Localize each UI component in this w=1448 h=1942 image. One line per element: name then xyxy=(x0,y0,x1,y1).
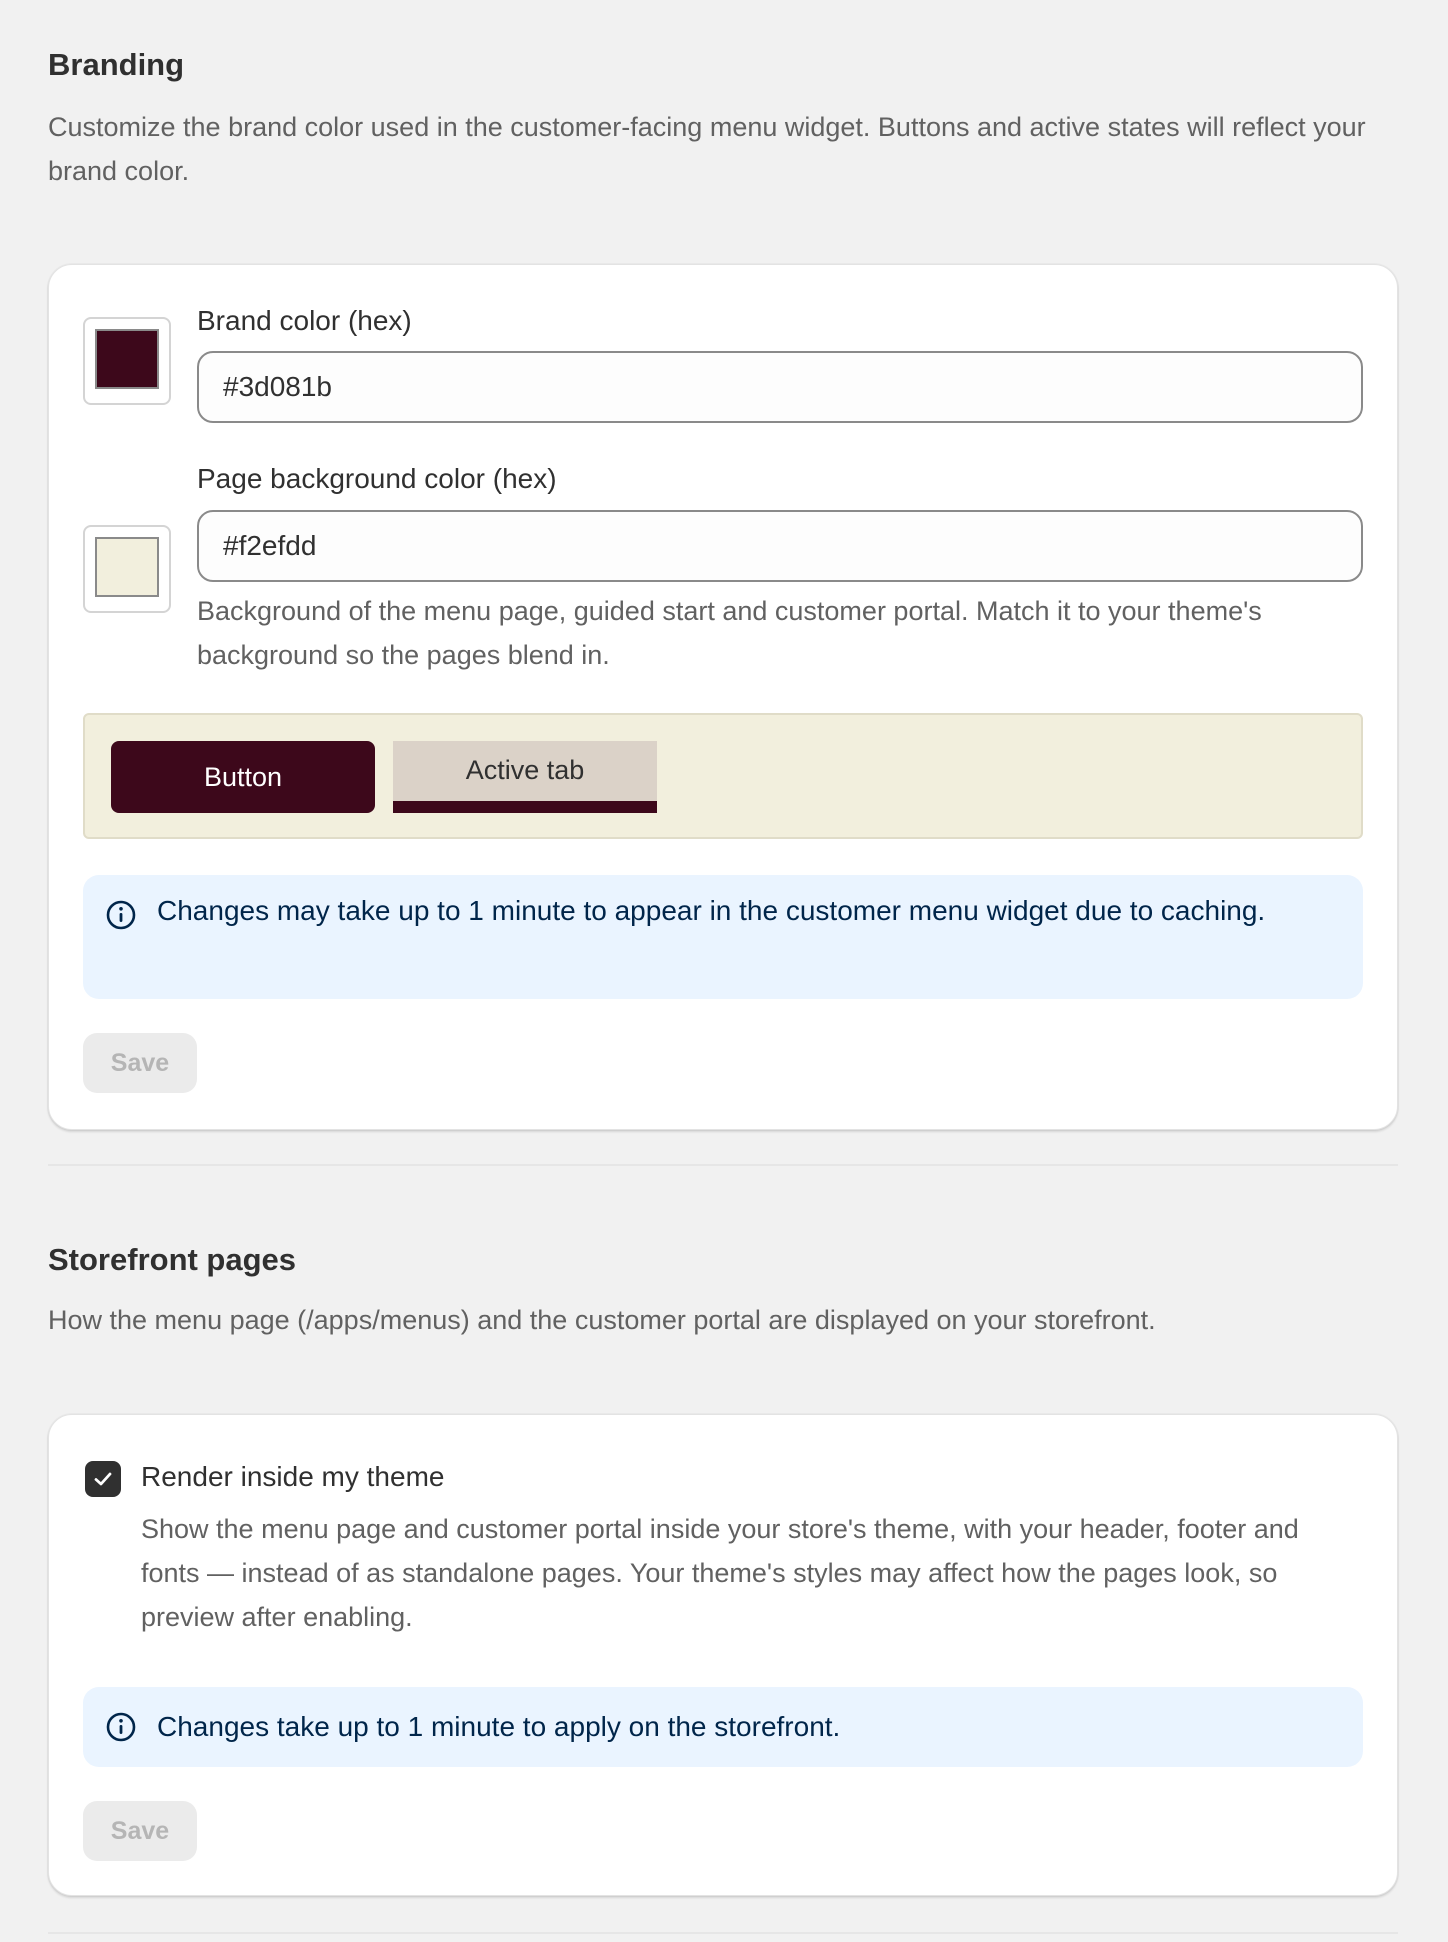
branding-section-description: Customize the brand color used in the cu… xyxy=(48,112,1366,186)
branding-card: Brand color (hex) Page background color … xyxy=(48,264,1398,1130)
preview-active-tab: Active tab xyxy=(393,741,657,813)
settings-page: Branding Customize the brand color used … xyxy=(0,0,1448,1942)
branding-info-banner: Changes may take up to 1 minute to appea… xyxy=(83,875,1363,999)
render-inside-theme-label[interactable]: Render inside my theme xyxy=(141,1459,444,1495)
background-color-help: Background of the menu page, guided star… xyxy=(197,596,1262,670)
brand-preview: Button Active tab xyxy=(83,713,1363,839)
storefront-section-title: Storefront pages xyxy=(48,1242,297,1277)
background-color-swatch-fill xyxy=(95,537,159,597)
brand-color-input[interactable] xyxy=(197,351,1363,423)
brand-color-swatch[interactable] xyxy=(83,317,171,405)
preview-button: Button xyxy=(111,741,375,813)
info-icon xyxy=(106,900,136,930)
branding-section-title: Branding xyxy=(48,47,185,82)
preview-active-tab-label: Active tab xyxy=(465,755,585,785)
branding-save-button[interactable]: Save xyxy=(83,1033,197,1093)
render-inside-theme-help: Show the menu page and customer portal i… xyxy=(141,1514,1299,1632)
info-icon xyxy=(106,1712,136,1742)
checkmark-icon xyxy=(94,1472,112,1486)
brand-color-swatch-fill xyxy=(95,329,159,389)
storefront-save-button[interactable]: Save xyxy=(83,1801,197,1861)
storefront-card: Render inside my theme Show the menu pag… xyxy=(48,1414,1398,1896)
background-color-input[interactable] xyxy=(197,510,1363,582)
brand-color-label: Brand color (hex) xyxy=(197,305,412,336)
section-divider xyxy=(48,1164,1398,1166)
storefront-info-text: Changes take up to 1 minute to apply on … xyxy=(157,1711,841,1742)
storefront-section-description: How the menu page (/apps/menus) and the … xyxy=(48,1305,1156,1335)
render-inside-theme-checkbox[interactable] xyxy=(85,1461,121,1497)
bottom-divider xyxy=(48,1932,1398,1934)
storefront-info-banner: Changes take up to 1 minute to apply on … xyxy=(83,1687,1363,1767)
background-color-swatch[interactable] xyxy=(83,525,171,613)
background-color-label: Page background color (hex) xyxy=(197,463,557,494)
preview-active-tab-underline xyxy=(393,801,657,813)
branding-info-text: Changes may take up to 1 minute to appea… xyxy=(157,895,1266,926)
